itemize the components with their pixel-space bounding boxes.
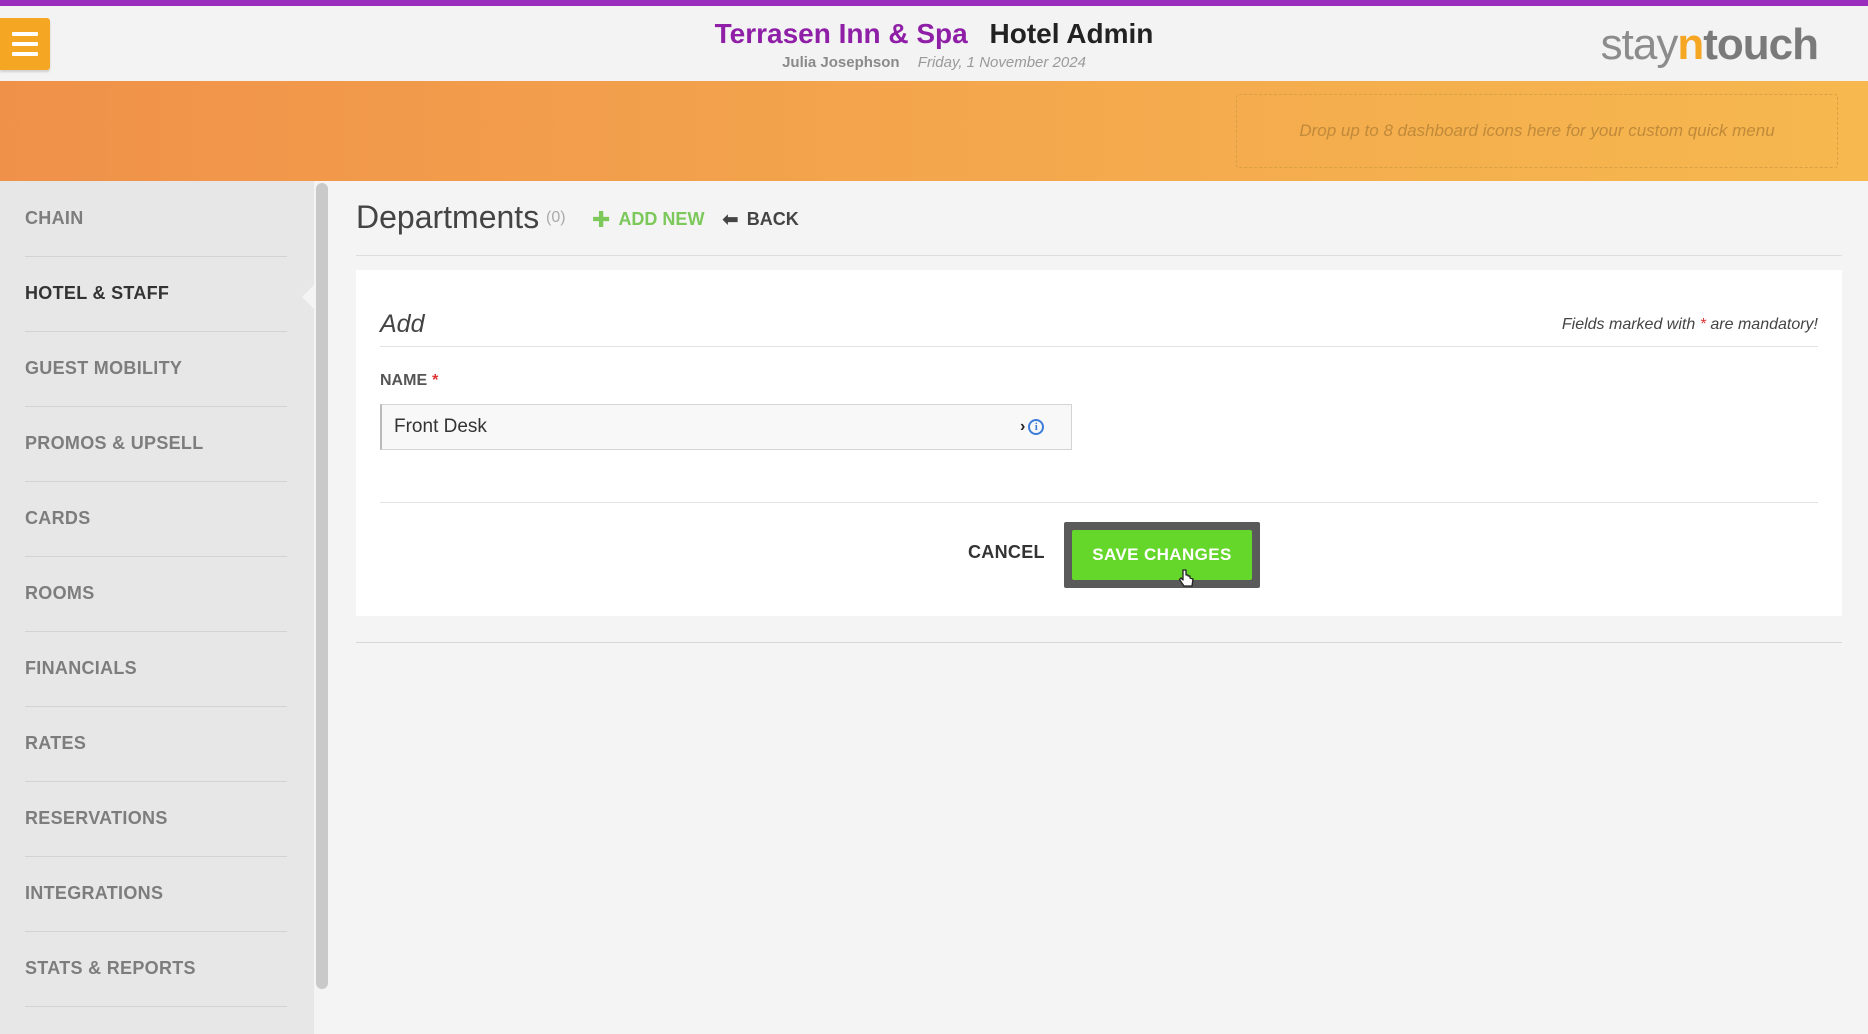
name-input[interactable] — [380, 404, 1072, 450]
sidebar-scrollbar[interactable] — [316, 183, 328, 989]
hand-cursor-icon — [1178, 569, 1194, 587]
header-title: Terrasen Inn & Spa Hotel Admin — [0, 18, 1868, 50]
header-subtitle: Julia Josephson Friday, 1 November 2024 — [0, 54, 1868, 71]
back-label: BACK — [746, 209, 799, 229]
add-new-label: ADD NEW — [618, 209, 705, 229]
sidebar-item-rooms[interactable]: ROOMS — [25, 556, 287, 632]
save-button-focus-frame: SAVE CHANGES — [1064, 522, 1260, 588]
name-field-label: NAME * — [380, 372, 439, 389]
sidebar-item-hotel-staff[interactable]: HOTEL & STAFF — [25, 256, 287, 332]
arrow-left-icon: ⬅ — [722, 208, 739, 231]
stayntouch-logo: stayntouch — [1600, 20, 1819, 69]
sidebar: CHAIN HOTEL & STAFF GUEST MOBILITY PROMO… — [0, 181, 314, 1034]
app-header: Terrasen Inn & Spa Hotel Admin Julia Jos… — [0, 6, 1868, 81]
sidebar-item-integrations[interactable]: INTEGRATIONS — [25, 856, 287, 932]
sidebar-item-chain[interactable]: CHAIN — [25, 181, 287, 257]
sidebar-item-stats-reports[interactable]: STATS & REPORTS — [25, 931, 287, 1007]
sidebar-item-guest-mobility[interactable]: GUEST MOBILITY — [25, 331, 287, 407]
department-count: (0) — [546, 209, 566, 226]
content-divider — [356, 642, 1842, 643]
page-title: Departments — [356, 199, 540, 235]
cancel-button[interactable]: CANCEL — [968, 542, 1045, 563]
form-divider — [380, 346, 1818, 347]
user-name: Julia Josephson — [782, 54, 900, 71]
sidebar-item-reservations[interactable]: RESERVATIONS — [25, 781, 287, 857]
add-new-button[interactable]: ✚ ADD NEW — [592, 206, 705, 232]
quick-menu-banner: Drop up to 8 dashboard icons here for yo… — [0, 81, 1868, 181]
back-button[interactable]: ⬅ BACK — [722, 209, 799, 230]
sidebar-item-about-application[interactable]: ABOUT APPLICATION — [25, 1006, 287, 1034]
current-date: Friday, 1 November 2024 — [917, 54, 1086, 71]
save-changes-button[interactable]: SAVE CHANGES — [1072, 530, 1252, 580]
page-header: Departments (0) ✚ ADD NEW ⬅ BACK — [356, 181, 1842, 256]
plus-icon: ✚ — [592, 206, 611, 232]
add-department-form: Add Fields marked with * are mandatory! … — [356, 270, 1842, 616]
quick-menu-dropzone[interactable]: Drop up to 8 dashboard icons here for yo… — [1236, 94, 1838, 168]
form-title: Add — [380, 310, 425, 338]
sidebar-item-rates[interactable]: RATES — [25, 706, 287, 782]
form-footer-divider — [380, 502, 1818, 503]
required-marker: * — [432, 372, 439, 389]
sidebar-item-financials[interactable]: FINANCIALS — [25, 631, 287, 707]
sidebar-item-cards[interactable]: CARDS — [25, 481, 287, 557]
app-name: Hotel Admin — [989, 18, 1154, 49]
active-item-indicator — [302, 285, 314, 309]
hotel-name: Terrasen Inn & Spa — [714, 18, 968, 49]
mandatory-note: Fields marked with * are mandatory! — [1561, 316, 1818, 333]
input-extension-widget[interactable]: › i — [1020, 416, 1060, 438]
info-icon: i — [1028, 419, 1045, 435]
chevron-right-icon: › — [1020, 418, 1026, 435]
sidebar-item-promos-upsell[interactable]: PROMOS & UPSELL — [25, 406, 287, 482]
